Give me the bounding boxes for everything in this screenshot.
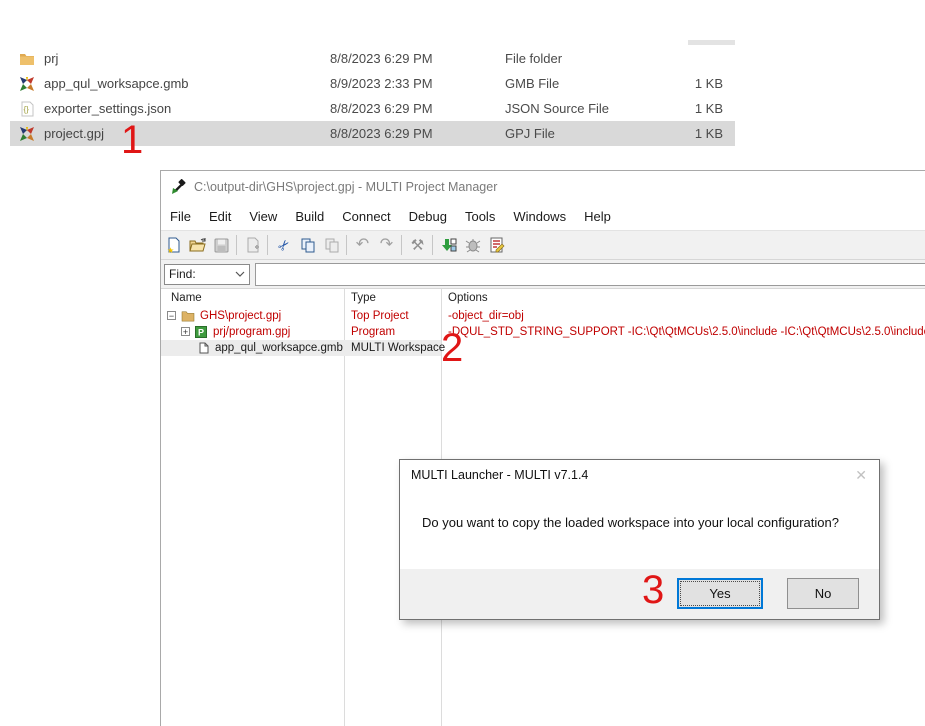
multi-pinwheel-icon: [18, 76, 36, 92]
document-icon: [199, 342, 209, 359]
file-name: prj: [44, 51, 58, 66]
file-name: app_qul_worksapce.gmb: [44, 76, 189, 91]
menu-debug[interactable]: Debug: [400, 209, 456, 224]
file-name: exporter_settings.json: [44, 101, 171, 116]
toolbar-separator: [432, 235, 433, 255]
editor-icon[interactable]: [485, 234, 508, 257]
tree-header: Name Type Options: [161, 289, 925, 308]
paste-icon[interactable]: [320, 234, 343, 257]
explorer-header-fragment: [688, 40, 735, 45]
file-type: GPJ File: [505, 126, 555, 141]
dialog-title-bar[interactable]: MULTI Launcher - MULTI v7.1.4 ✕: [400, 460, 879, 490]
expand-icon[interactable]: +: [181, 327, 190, 336]
dialog-button-bar: Yes No: [400, 569, 879, 619]
file-type: File folder: [505, 51, 562, 66]
file-date: 8/8/2023 6:29 PM: [330, 51, 433, 66]
dialog-title: MULTI Launcher - MULTI v7.1.4: [411, 468, 588, 482]
build-tools-icon[interactable]: ⚒: [406, 234, 429, 257]
svg-text:{}: {}: [23, 105, 29, 114]
toolbar-separator: [267, 235, 268, 255]
save-as-icon[interactable]: [241, 234, 264, 257]
title-bar[interactable]: C:\output-dir\GHS\project.gpj - MULTI Pr…: [161, 171, 925, 203]
tree-row-top-project[interactable]: − GHS\project.gpj Top Project -object_di…: [161, 308, 925, 324]
tree-item-name: app_qul_worksapce.gmb: [215, 340, 343, 356]
toolbar-separator: [236, 235, 237, 255]
tree-item-type: Program: [351, 324, 395, 340]
close-icon[interactable]: ✕: [855, 467, 867, 484]
tree-row-workspace[interactable]: app_qul_worksapce.gmb MULTI Workspace: [161, 340, 925, 356]
toolbar: ★ ✂ ↶ ↷ ⚒: [161, 231, 925, 260]
annotation-step-3: 3: [642, 570, 664, 610]
find-dropdown[interactable]: Find:: [164, 264, 250, 285]
open-project-icon[interactable]: [186, 234, 209, 257]
column-header-type[interactable]: Type: [351, 292, 376, 304]
dialog-message: Do you want to copy the loaded workspace…: [422, 515, 839, 530]
file-date: 8/8/2023 6:29 PM: [330, 101, 433, 116]
json-file-icon: {}: [18, 101, 36, 117]
file-size: 1 KB: [653, 101, 723, 116]
find-label: Find:: [169, 267, 196, 281]
toolbar-separator: [401, 235, 402, 255]
menu-view[interactable]: View: [240, 209, 286, 224]
file-list: prj 8/8/2023 6:29 PM File folder app_qul…: [10, 46, 735, 146]
file-row-gpj-selected[interactable]: project.gpj 8/8/2023 6:29 PM GPJ File 1 …: [10, 121, 735, 146]
redo-icon[interactable]: ↷: [375, 234, 398, 257]
focus-outline: [680, 581, 760, 606]
multi-launcher-dialog: MULTI Launcher - MULTI v7.1.4 ✕ Do you w…: [399, 459, 880, 620]
svg-text:★: ★: [167, 246, 174, 254]
column-header-name[interactable]: Name: [171, 292, 202, 304]
cut-icon[interactable]: ✂: [272, 234, 295, 257]
yes-button[interactable]: Yes: [677, 578, 763, 609]
tree-item-options: -object_dir=obj: [448, 308, 925, 324]
file-name: project.gpj: [44, 126, 104, 141]
file-size: 1 KB: [653, 76, 723, 91]
menu-help[interactable]: Help: [575, 209, 620, 224]
connect-target-icon[interactable]: [437, 234, 460, 257]
annotation-step-2: 2: [441, 328, 463, 368]
multi-hammer-icon: [170, 179, 187, 196]
multi-pinwheel-icon: [18, 126, 36, 142]
menu-build[interactable]: Build: [286, 209, 333, 224]
tree-row-program[interactable]: + P prj/program.gpj Program -DQUL_STD_ST…: [161, 324, 925, 340]
file-row-prj[interactable]: prj 8/8/2023 6:29 PM File folder: [10, 46, 735, 71]
file-type: JSON Source File: [505, 101, 609, 116]
file-date: 8/9/2023 2:33 PM: [330, 76, 433, 91]
collapse-icon[interactable]: −: [167, 311, 176, 320]
file-type: GMB File: [505, 76, 559, 91]
tree-item-name: prj/program.gpj: [213, 324, 290, 340]
copy-icon[interactable]: [296, 234, 319, 257]
annotation-step-1: 1: [121, 120, 143, 160]
tree-item-options: -DQUL_STD_STRING_SUPPORT -IC:\Qt\QtMCUs\…: [448, 324, 925, 340]
no-button[interactable]: No: [787, 578, 859, 609]
file-size: 1 KB: [653, 126, 723, 141]
menu-connect[interactable]: Connect: [333, 209, 399, 224]
svg-text:P: P: [198, 328, 204, 338]
window-title: C:\output-dir\GHS\project.gpj - MULTI Pr…: [194, 180, 497, 194]
tree-item-type: MULTI Workspace: [351, 340, 445, 356]
no-button-label: No: [815, 586, 832, 601]
menu-bar: File Edit View Build Connect Debug Tools…: [161, 203, 925, 231]
column-header-options[interactable]: Options: [448, 292, 488, 304]
save-icon[interactable]: [210, 234, 233, 257]
multi-project-manager-window: C:\output-dir\GHS\project.gpj - MULTI Pr…: [160, 170, 925, 726]
chevron-down-icon: [235, 271, 245, 277]
undo-icon[interactable]: ↶: [351, 234, 374, 257]
toolbar-separator: [346, 235, 347, 255]
tree-item-type: Top Project: [351, 308, 409, 324]
find-bar: Find:: [161, 260, 925, 289]
menu-tools[interactable]: Tools: [456, 209, 504, 224]
menu-file[interactable]: File: [161, 209, 200, 224]
folder-icon: [18, 51, 36, 67]
find-input[interactable]: [255, 263, 925, 286]
file-date: 8/8/2023 6:29 PM: [330, 126, 433, 141]
debugger-bug-icon[interactable]: [461, 234, 484, 257]
new-file-icon[interactable]: ★: [162, 234, 185, 257]
file-row-json[interactable]: {} exporter_settings.json 8/8/2023 6:29 …: [10, 96, 735, 121]
menu-windows[interactable]: Windows: [504, 209, 575, 224]
menu-edit[interactable]: Edit: [200, 209, 240, 224]
file-row-gmb[interactable]: app_qul_worksapce.gmb 8/9/2023 2:33 PM G…: [10, 71, 735, 96]
tree-item-name: GHS\project.gpj: [200, 308, 281, 324]
